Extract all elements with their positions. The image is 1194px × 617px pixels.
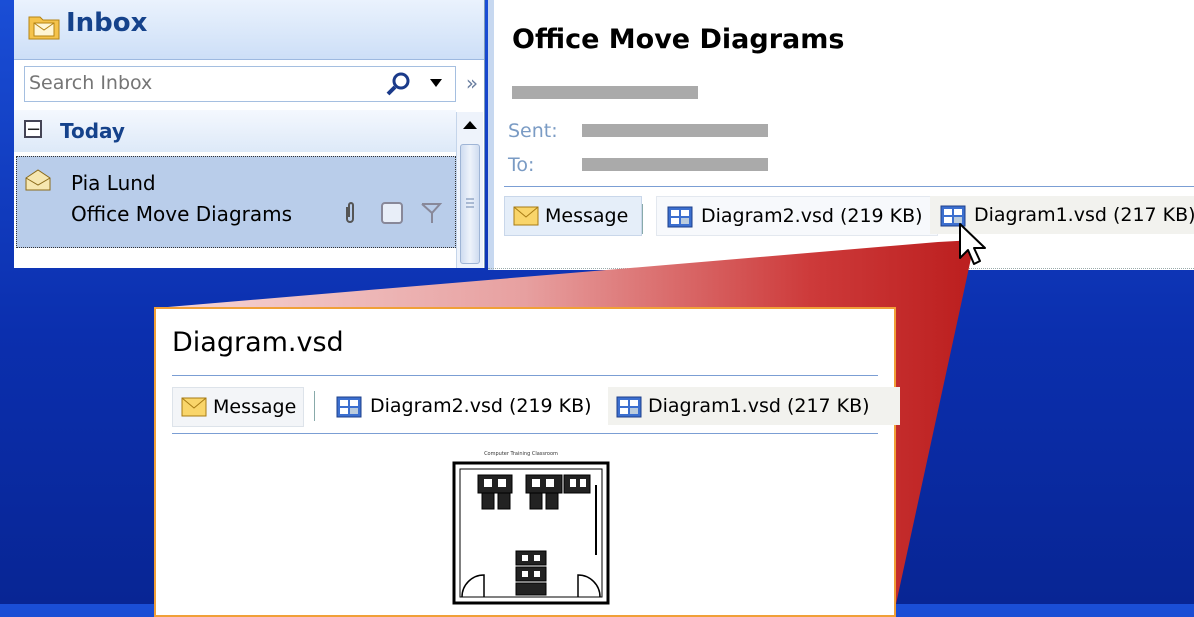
visio-file-icon [336,396,362,418]
zoomed-attachment-panel: Diagram.vsd Message Diagram2.vsd (219 KB… [154,307,900,617]
mouse-cursor-icon [959,223,986,265]
tab-separator [314,391,315,421]
diagram-preview-thumbnail: Computer Training Classroom [452,451,610,605]
envelope-icon [181,397,207,417]
zoom-attachment-diagram1-label: Diagram1.vsd (217 KB) [648,395,870,417]
zoom-attachment-diagram2-label: Diagram2.vsd (219 KB) [370,395,592,417]
zoom-attachment-diagram1[interactable]: Diagram1.vsd (217 KB) [608,387,900,425]
zoom-message-tab[interactable]: Message [172,387,304,427]
zoom-attachment-diagram2[interactable]: Diagram2.vsd (219 KB) [326,387,606,425]
visio-file-icon [616,396,642,418]
zoom-divider-bottom [172,433,878,434]
diagram-caption: Computer Training Classroom [484,451,558,457]
zoom-attachment-bar: Message Diagram2.vsd (219 KB) Diagram1.v… [172,383,900,427]
zoom-title: Diagram.vsd [172,327,344,358]
zoom-message-tab-label: Message [213,396,297,418]
zoom-divider-top [172,375,878,376]
